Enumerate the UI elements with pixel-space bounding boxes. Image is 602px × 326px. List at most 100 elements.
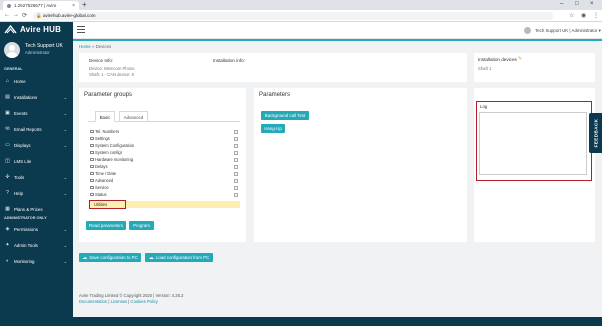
checkbox[interactable] [90, 150, 94, 155]
breadcrumb: Home » Devices [79, 44, 111, 49]
sidebar-item-email-reports[interactable]: ✉ Email Reports ⌄ [0, 124, 73, 134]
program-button[interactable]: Program [129, 221, 154, 230]
parameter-group-item[interactable]: System configr [90, 149, 240, 156]
checkbox[interactable] [90, 185, 94, 190]
close-window-icon[interactable]: × [590, 1, 594, 7]
building-icon: ▤ [5, 94, 10, 100]
cookie-policy-link[interactable]: Cookies Policy [131, 299, 158, 304]
load-configuration-button[interactable]: ☁ Load configuration from PC [145, 253, 213, 262]
licenses-link[interactable]: Licenses [111, 299, 128, 304]
installation-devices-panel: Installation devices ✎ Shaft 1 [474, 53, 595, 82]
hamburger-menu-icon[interactable] [77, 26, 85, 33]
parameter-group-item[interactable]: System Configuration [90, 142, 240, 149]
new-tab-icon[interactable]: + [82, 1, 87, 9]
group-checkbox[interactable] [234, 185, 238, 190]
minimize-icon[interactable]: – [560, 1, 563, 7]
sidebar-item-label: Monitoring [14, 258, 35, 264]
sidebar-item-plans-prices[interactable]: ▦ Plans & Prices [0, 204, 73, 214]
monitor-icon: ▭ [5, 142, 10, 148]
cloud-upload-icon: ☁ [148, 255, 154, 261]
browser-menu-icon[interactable]: ⋮ [593, 12, 599, 19]
checkbox[interactable] [90, 178, 94, 183]
user-menu[interactable]: Tech Support UK | Administrator ▾ [535, 28, 601, 34]
installation-device-shaft[interactable]: Shaft 1 [478, 66, 491, 71]
parameter-group-item[interactable]: Service [90, 184, 240, 191]
sidebar-item-home[interactable]: ⌂ Home [0, 76, 73, 86]
price-tag-icon: ▦ [5, 206, 10, 212]
parameter-group-label: Service [95, 185, 109, 190]
group-checkbox[interactable] [234, 136, 238, 141]
checkbox[interactable] [90, 129, 94, 134]
parameter-group-item[interactable]: Delays [90, 163, 240, 170]
pencil-icon[interactable]: ✎ [518, 56, 522, 62]
url-field[interactable]: 🔒 avirehub.avire-global.com [33, 12, 553, 20]
chevron-down-icon: ⌄ [63, 142, 67, 148]
sidebar-item-installations[interactable]: ▤ Installations ⌄ [0, 92, 73, 102]
bottom-strip [73, 317, 602, 326]
feedback-tab[interactable]: FEEDBACK [589, 113, 602, 153]
group-checkbox[interactable] [234, 129, 238, 134]
parameter-group-item[interactable]: Hardware monitoring [90, 156, 240, 163]
calendar-icon: ▣ [5, 110, 10, 116]
group-checkbox[interactable] [234, 171, 238, 176]
parameter-group-label: System Configuration [95, 143, 135, 148]
user-avatar-icon[interactable] [524, 27, 531, 34]
sidebar-item-label: LMS Lite [14, 158, 32, 164]
group-checkbox[interactable] [234, 143, 238, 148]
bookmark-star-icon[interactable]: ☆ [569, 12, 574, 19]
parameter-group-item[interactable]: Time / Date [90, 170, 240, 177]
sidebar-item-lms-lite[interactable]: ◫ LMS Lite [0, 156, 73, 166]
group-checkbox[interactable] [234, 164, 238, 169]
parameter-group-item[interactable]: Advanced [90, 177, 240, 184]
checkbox[interactable] [90, 157, 94, 162]
sidebar-item-label: Tools [14, 174, 25, 180]
sidebar-item-permissions[interactable]: ◈ Permissions ⌄ [0, 224, 73, 234]
browser-tab[interactable]: 1.2527526677 | Avire × [3, 1, 79, 10]
logo-text: Avire HUB [20, 25, 62, 34]
documentation-link[interactable]: Documentation [79, 299, 107, 304]
checkbox[interactable] [90, 192, 94, 197]
group-checkbox[interactable] [234, 192, 238, 197]
group-checkbox[interactable] [234, 178, 238, 183]
sidebar-item-tools[interactable]: ✣ Tools ⌄ [0, 172, 73, 182]
read-parameters-button[interactable]: Read parameters [86, 221, 126, 230]
logo[interactable]: Avire HUB [0, 22, 73, 37]
parameter-group-item[interactable]: Settings [90, 135, 240, 142]
hang-up-button[interactable]: Hang-Up [261, 124, 285, 133]
close-tab-icon[interactable]: × [72, 3, 75, 9]
parameter-group-label: Hardware monitoring [95, 157, 133, 162]
maximize-icon[interactable]: □ [575, 1, 579, 7]
cloud-download-icon: ☁ [82, 255, 88, 261]
parameter-group-item[interactable]: Tel. Numbers [90, 128, 240, 135]
checkbox[interactable] [90, 136, 94, 141]
background-call-test-button[interactable]: Background call Test [261, 111, 309, 120]
checkbox[interactable] [90, 171, 94, 176]
sidebar-item-events[interactable]: ▣ Events ⌄ [0, 108, 73, 118]
log-textarea[interactable] [479, 112, 587, 175]
breadcrumb-home-link[interactable]: Home [79, 44, 91, 49]
sidebar-item-help[interactable]: ? Help ⌄ [0, 188, 73, 198]
checkbox[interactable] [90, 164, 94, 169]
sidebar-item-label: Admin Tools [14, 242, 38, 248]
admin-section-label: ADMINISTRATOR ONLY [4, 216, 47, 220]
general-section-label: GENERAL [4, 67, 23, 71]
save-configuration-button[interactable]: ☁ Save configuration to PC [79, 253, 141, 262]
parameter-group-label: Advanced [95, 178, 114, 183]
tab-basic[interactable]: Basic [95, 111, 115, 122]
sidebar-item-monitoring[interactable]: ◐ Monitoring ⌄ [0, 256, 73, 266]
back-icon[interactable]: ← [4, 12, 10, 18]
group-checkbox[interactable] [234, 150, 238, 155]
tab-advanced[interactable]: Advanced [119, 111, 148, 122]
sidebar-item-admin-tools[interactable]: ✦ Admin Tools ⌄ [0, 240, 73, 250]
installation-info-title: Installation info: [213, 58, 245, 63]
profile-role: Administrator [25, 50, 50, 55]
reload-icon[interactable]: ⟳ [22, 12, 27, 19]
profile-icon[interactable]: ◉ [581, 12, 586, 19]
sidebar-profile: Tech Support UK Administrator [0, 40, 73, 62]
group-checkbox[interactable] [234, 157, 238, 162]
checkbox[interactable] [90, 143, 94, 148]
parameter-group-label: Time / Date [95, 171, 117, 176]
parameter-group-item[interactable]: Status [90, 191, 240, 198]
sidebar-item-displays[interactable]: ▭ Displays ⌄ [0, 140, 73, 150]
forward-icon[interactable]: → [13, 12, 19, 18]
